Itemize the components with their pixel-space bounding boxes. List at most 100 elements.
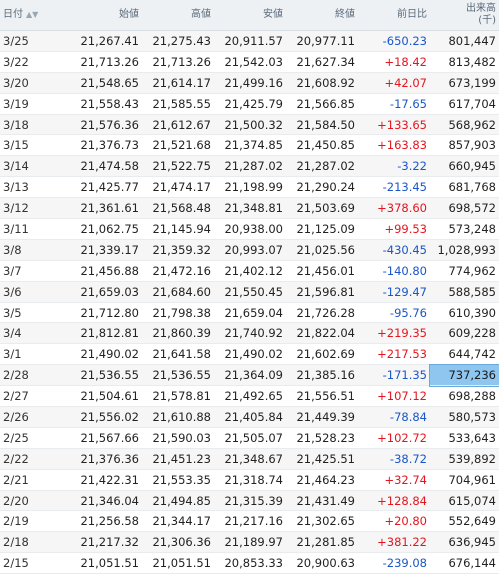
cell-date: 3/6: [0, 281, 64, 303]
cell-low: 21,315.39: [214, 490, 286, 512]
table-row[interactable]: 3/15 21,376.73 21,521.68 21,374.85 21,450.85…: [0, 134, 499, 157]
cell-change: -171.35: [358, 364, 430, 387]
cell-close: 21,425.51: [286, 448, 358, 470]
cell-open: 21,051.51: [64, 552, 142, 574]
table-row[interactable]: 3/4 21,812.81 21,860.39 21,740.92 21,822.04 +…: [0, 322, 499, 345]
cell-volume: 698,288: [430, 385, 499, 408]
cell-high: 21,451.23: [142, 448, 214, 470]
table-row[interactable]: 2/20 21,346.04 21,494.85 21,315.39 21,431.49…: [0, 490, 499, 512]
table-row[interactable]: 3/1 21,490.02 21,641.58 21,490.02 21,602.69 +…: [0, 343, 499, 366]
cell-change: +102.72: [358, 427, 430, 449]
table-row[interactable]: 2/18 21,217.32 21,306.36 21,189.97 21,281.85…: [0, 531, 499, 554]
cell-change: +217.53: [358, 343, 430, 366]
cell-volume: 801,447: [430, 30, 499, 52]
cell-open: 21,713.26: [64, 51, 142, 73]
table-row[interactable]: 3/19 21,558.43 21,585.55 21,425.79 21,566.85…: [0, 93, 499, 115]
cell-low: 21,505.07: [214, 427, 286, 449]
cell-open: 21,567.66: [64, 427, 142, 449]
column-header-date[interactable]: 日付 ▲▼: [0, 0, 64, 31]
cell-open: 21,659.03: [64, 281, 142, 303]
cell-high: 21,553.35: [142, 469, 214, 491]
cell-change: -239.08: [358, 552, 430, 574]
table-row[interactable]: 2/22 21,376.36 21,451.23 21,348.67 21,425.51…: [0, 448, 499, 470]
cell-high: 21,568.48: [142, 197, 214, 220]
table-row[interactable]: 3/20 21,548.65 21,614.17 21,499.16 21,608.92…: [0, 72, 499, 94]
cell-volume: 533,643: [430, 427, 499, 449]
cell-date: 3/1: [0, 343, 64, 366]
cell-high: 21,614.17: [142, 72, 214, 94]
cell-high: 21,472.16: [142, 260, 214, 282]
cell-date: 3/25: [0, 30, 64, 52]
table-row[interactable]: 3/22 21,713.26 21,713.26 21,542.03 21,627.34…: [0, 51, 499, 73]
table-row[interactable]: 3/11 21,062.75 21,145.94 20,938.00 21,125.09…: [0, 218, 499, 240]
table-row[interactable]: 2/19 21,256.58 21,344.17 21,217.16 21,302.65…: [0, 510, 499, 533]
table-row[interactable]: 3/8 21,339.17 21,359.32 20,993.07 21,025.56-…: [0, 239, 499, 261]
table-row[interactable]: 2/25 21,567.66 21,590.03 21,505.07 21,528.23…: [0, 427, 499, 449]
table-row[interactable]: 2/26 21,556.02 21,610.88 21,405.84 21,449.39…: [0, 406, 499, 428]
cell-volume: 676,144: [430, 552, 499, 574]
cell-volume: 568,962: [430, 114, 499, 136]
cell-high: 21,578.81: [142, 385, 214, 408]
cell-open: 21,456.88: [64, 260, 142, 282]
cell-close: 21,596.81: [286, 281, 358, 303]
cell-change: +42.07: [358, 72, 430, 94]
table-row[interactable]: 3/14 21,474.58 21,522.75 21,287.02 21,287.02…: [0, 155, 499, 178]
cell-close: 21,125.09: [286, 218, 358, 240]
stock-price-table: 日付 ▲▼ 始値 高値 安値 終値 前日比 出来高 (千) 3/25 21,267.…: [0, 0, 499, 574]
column-header-close[interactable]: 終値: [286, 0, 358, 31]
column-header-high[interactable]: 高値: [142, 0, 214, 31]
cell-high: 21,051.51: [142, 552, 214, 574]
sort-arrows-icon[interactable]: ▲▼: [26, 9, 38, 21]
cell-low: 21,659.04: [214, 302, 286, 324]
table-row[interactable]: 2/28 21,536.55 21,536.55 21,364.09 21,385.16…: [0, 363, 499, 387]
cell-change: -17.65: [358, 93, 430, 115]
cell-low: 20,938.00: [214, 218, 286, 240]
table-row[interactable]: 2/15 21,051.51 21,051.51 20,853.33 20,900.63…: [0, 552, 499, 574]
cell-close: 21,287.02: [286, 155, 358, 178]
cell-date: 3/15: [0, 134, 64, 157]
table-row[interactable]: 3/25 21,267.41 21,275.43 20,911.57 20,977.11…: [0, 30, 499, 52]
cell-low: 21,492.65: [214, 385, 286, 408]
cell-open: 21,267.41: [64, 30, 142, 52]
cell-change: -78.84: [358, 406, 430, 428]
cell-open: 21,376.36: [64, 448, 142, 470]
cell-date: 2/25: [0, 427, 64, 449]
cell-high: 21,860.39: [142, 322, 214, 345]
cell-close: 21,385.16: [286, 364, 358, 387]
cell-close: 21,627.34: [286, 51, 358, 73]
cell-low: 21,550.45: [214, 281, 286, 303]
table-row[interactable]: 2/27 21,504.61 21,578.81 21,492.65 21,556.51…: [0, 385, 499, 408]
column-header-open[interactable]: 始値: [64, 0, 142, 31]
column-header-low[interactable]: 安値: [214, 0, 286, 31]
cell-low: 21,318.74: [214, 469, 286, 491]
table-row[interactable]: 3/7 21,456.88 21,472.16 21,402.12 21,456.01-…: [0, 260, 499, 282]
column-header-volume-unit: (千): [478, 15, 496, 26]
cell-change: -140.80: [358, 260, 430, 282]
cell-high: 21,610.88: [142, 406, 214, 428]
cell-open: 21,361.61: [64, 197, 142, 220]
cell-close: 20,900.63: [286, 552, 358, 574]
cell-high: 21,612.67: [142, 114, 214, 136]
cell-date: 3/18: [0, 114, 64, 136]
table-row[interactable]: 2/21 21,422.31 21,553.35 21,318.74 21,464.23…: [0, 469, 499, 491]
cell-low: 21,405.84: [214, 406, 286, 428]
cell-close: 21,726.28: [286, 302, 358, 324]
table-row[interactable]: 3/12 21,361.61 21,568.48 21,348.81 21,503.69…: [0, 197, 499, 220]
table-row[interactable]: 3/18 21,576.36 21,612.67 21,500.32 21,584.50…: [0, 114, 499, 136]
cell-high: 21,585.55: [142, 93, 214, 115]
table-row[interactable]: 3/6 21,659.03 21,684.60 21,550.45 21,596.81-…: [0, 281, 499, 303]
table-row[interactable]: 3/5 21,712.80 21,798.38 21,659.04 21,726.28-…: [0, 302, 499, 324]
cell-change: +99.53: [358, 218, 430, 240]
column-header-change[interactable]: 前日比: [358, 0, 430, 31]
cell-high: 21,522.75: [142, 155, 214, 178]
table-body: 3/25 21,267.41 21,275.43 20,911.57 20,977.11…: [0, 30, 499, 574]
cell-close: 21,025.56: [286, 239, 358, 261]
cell-date: 3/5: [0, 302, 64, 324]
cell-high: 21,521.68: [142, 134, 214, 157]
cell-high: 21,474.17: [142, 176, 214, 199]
cell-change: +381.22: [358, 531, 430, 554]
column-header-volume[interactable]: 出来高 (千): [430, 0, 499, 31]
table-row[interactable]: 3/13 21,425.77 21,474.17 21,198.99 21,290.24…: [0, 176, 499, 199]
cell-date: 3/19: [0, 93, 64, 115]
cell-volume: 610,390: [430, 302, 499, 324]
